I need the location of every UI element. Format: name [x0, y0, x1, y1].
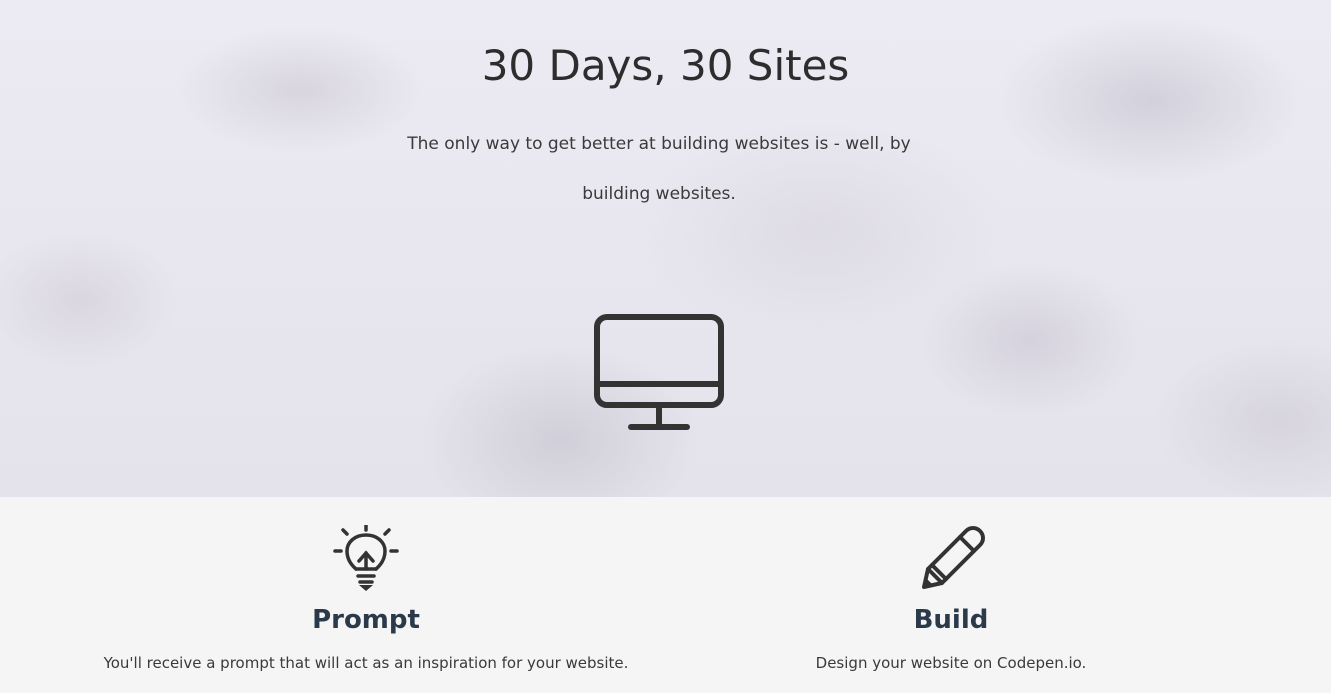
hero-section: 30 Days, 30 Sites The only way to get be… — [0, 0, 1331, 497]
feature-prompt: Prompt You'll receive a prompt that will… — [0, 497, 665, 693]
features-section: Prompt You'll receive a prompt that will… — [0, 497, 1331, 693]
feature-title: Build — [913, 605, 989, 635]
pencil-icon — [922, 526, 985, 589]
hero-subtitle: The only way to get better at building w… — [407, 134, 911, 204]
lightbulb-icon — [333, 525, 399, 591]
feature-title: Prompt — [312, 605, 420, 635]
feature-build: Build Design your website on Codepen.io. — [666, 497, 1236, 693]
feature-description: You'll receive a prompt that will act as… — [103, 654, 629, 672]
page-title: 30 Days, 30 Sites — [481, 41, 850, 90]
feature-description: Design your website on Codepen.io. — [815, 654, 1087, 672]
monitor-icon — [594, 314, 724, 430]
